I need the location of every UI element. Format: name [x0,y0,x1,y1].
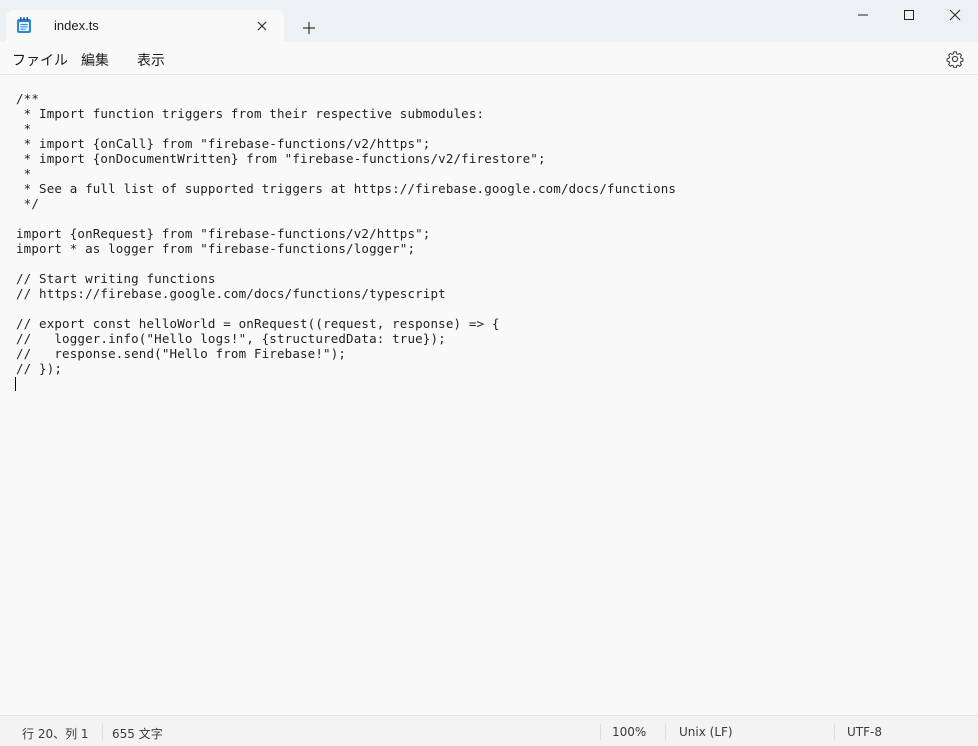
tab-title: index.ts [54,18,99,33]
character-count: 655 文字 [112,727,163,741]
menu-view[interactable]: 表示 [137,50,165,70]
line-ending[interactable]: Unix (LF) [679,725,733,739]
maximize-button[interactable] [886,0,932,32]
status-divider [600,724,601,740]
status-divider [665,724,666,740]
status-bar: 行 20、列 1 655 文字 100% Unix (LF) UTF-8 [0,715,978,746]
close-icon[interactable] [254,18,270,34]
status-divider [102,724,103,740]
title-bar: index.ts [0,0,978,42]
cursor-position: 行 20、列 1 [22,727,89,741]
new-tab-button[interactable] [298,17,320,39]
encoding[interactable]: UTF-8 [847,725,882,739]
tab-index-ts[interactable]: index.ts [6,10,284,42]
close-window-icon [949,9,961,21]
text-caret [15,377,16,391]
minimize-button[interactable] [840,0,886,32]
maximize-icon [904,10,914,20]
notepad-icon [16,16,32,34]
gear-icon [946,51,964,69]
menu-edit[interactable]: 編集 [81,50,109,70]
settings-button[interactable] [946,50,964,69]
close-window-button[interactable] [932,0,978,32]
menu-bar: ファイル 編集 表示 [0,42,978,75]
plus-icon [303,22,315,34]
menu-file[interactable]: ファイル [12,50,68,70]
status-divider [834,724,835,740]
editor-content[interactable]: /** * Import function triggers from thei… [16,91,676,376]
text-editor[interactable]: /** * Import function triggers from thei… [0,75,978,715]
zoom-level[interactable]: 100% [612,725,646,739]
minimize-icon [858,14,868,16]
